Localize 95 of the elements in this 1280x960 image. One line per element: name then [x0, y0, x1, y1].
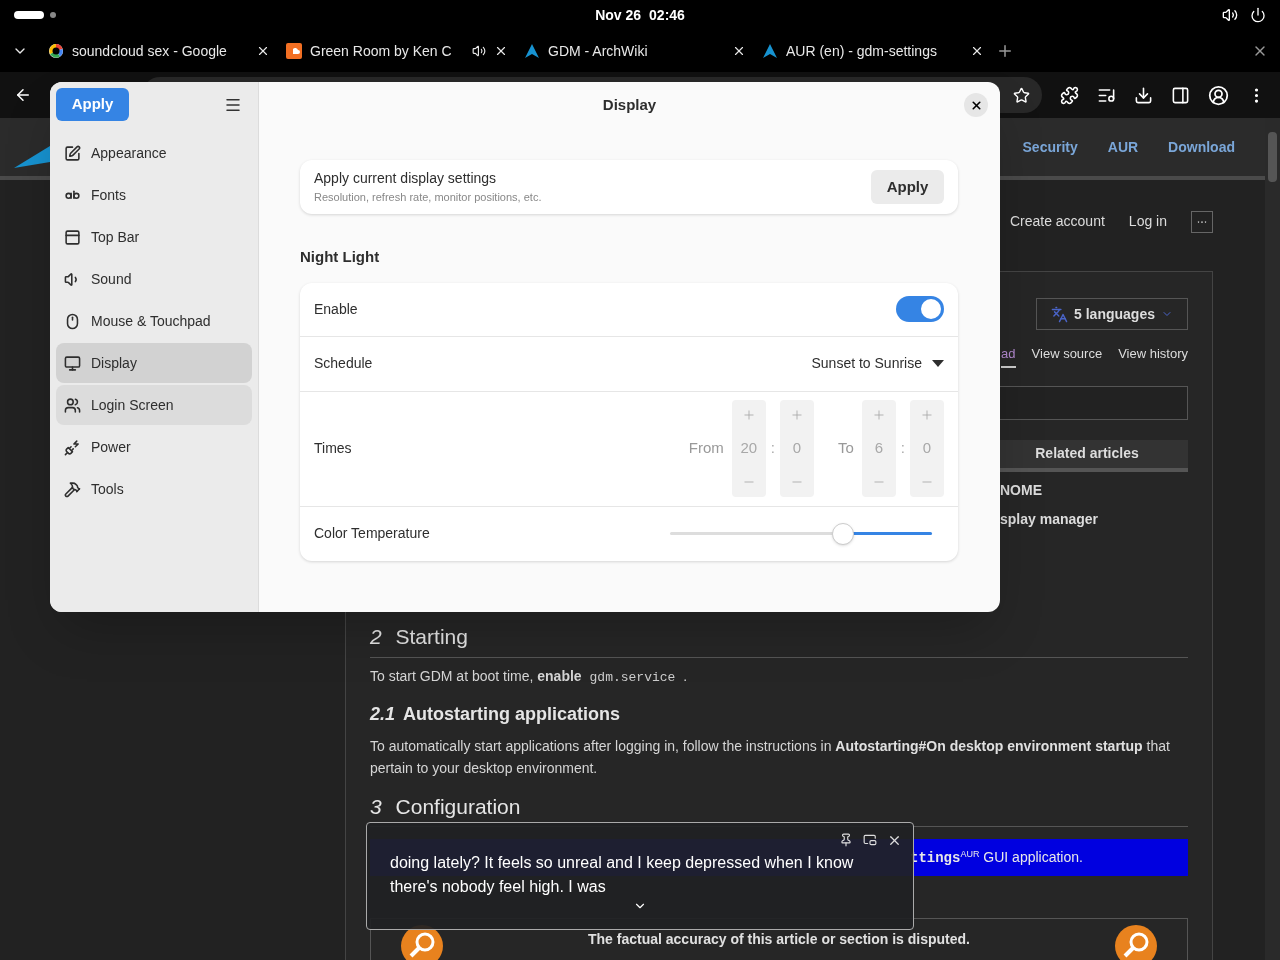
power-icon[interactable]	[1250, 7, 1266, 23]
sidebar-item[interactable]: Sound	[56, 259, 252, 299]
caption-text: doing lately? It feels so unreal and I keep depressed when I know there's nobody feel high. I was	[390, 853, 855, 897]
section-heading: 2 Starting	[370, 621, 1188, 658]
time-value: 6	[874, 438, 883, 459]
nav-link[interactable]: AUR	[1107, 136, 1139, 158]
tab-title: Green Room by Ken C	[310, 41, 453, 61]
from-label: From	[688, 438, 724, 459]
arch-logo-icon	[762, 43, 778, 59]
monitor-pen-icon	[64, 144, 81, 162]
magnifier-icon	[1115, 925, 1157, 960]
to-label: To	[838, 438, 854, 459]
extensions-icon[interactable]	[1060, 85, 1079, 105]
sidebar-item[interactable]: Tools	[56, 469, 252, 509]
temperature-slider[interactable]	[670, 522, 932, 545]
clock[interactable]: Nov 26 02:46	[595, 4, 685, 26]
window-title: Display	[602, 94, 657, 115]
close-icon[interactable]	[887, 833, 902, 848]
date-text: Nov 26	[595, 5, 642, 25]
mouse-icon	[64, 312, 81, 330]
apply-button[interactable]: Apply	[56, 88, 129, 121]
profile-icon[interactable]	[1208, 84, 1229, 106]
close-tab-icon[interactable]	[970, 44, 984, 58]
sidebar-item[interactable]: Fonts	[56, 175, 252, 215]
time-text: 02:46	[649, 5, 685, 25]
languages-button[interactable]: 5 languages	[1036, 298, 1188, 330]
row-label: Color Temperature	[314, 524, 430, 543]
close-icon	[969, 98, 983, 112]
nav-link[interactable]: Security	[1022, 136, 1078, 158]
monitor-icon	[64, 354, 81, 372]
close-tab-icon[interactable]	[732, 44, 746, 58]
panel-icon	[64, 228, 81, 246]
row-label: Enable	[314, 299, 358, 319]
sidebar-item[interactable]: Login Screen	[56, 385, 252, 425]
scroll-thumb[interactable]	[1268, 132, 1277, 182]
activities-indicator[interactable]	[14, 11, 44, 19]
dropdown-arrow-icon	[932, 360, 944, 367]
pin-icon[interactable]	[839, 833, 853, 847]
page-tab[interactable]: View history	[1118, 344, 1188, 368]
close-tab-icon[interactable]	[494, 44, 508, 58]
scrollbar[interactable]	[1265, 118, 1280, 960]
card-subtitle: Resolution, refresh rate, monitor positions, etc.	[314, 190, 542, 206]
translate-icon	[1051, 305, 1069, 323]
logo-icon	[14, 146, 50, 168]
close-button[interactable]	[964, 93, 988, 117]
time-separator: :	[900, 438, 905, 459]
browser-tab[interactable]: Green Room by Ken C	[278, 34, 516, 68]
browser-tab[interactable]: GDM - ArchWiki	[516, 34, 754, 68]
google-logo-icon	[48, 43, 64, 59]
sidebar-item[interactable]: Appearance	[56, 133, 252, 173]
subsection-heading: 2.1 Autostarting applications	[370, 702, 622, 726]
card-title: Apply current display settings	[314, 169, 498, 189]
cloud-logo-icon	[286, 43, 302, 59]
volume-icon[interactable]	[1222, 7, 1238, 23]
arch-logo-icon	[524, 43, 540, 59]
time-value: 0	[792, 438, 802, 459]
browser-tab[interactable]: AUR (en) - gdm-settings	[754, 34, 992, 68]
dispute-title: The factual accuracy of this article or section is disputed.	[588, 930, 970, 949]
paragraph: To start GDM at boot time, enable gdm.service .	[370, 666, 689, 687]
row-label: Times	[314, 439, 352, 458]
account-link[interactable]: Create account	[1009, 211, 1105, 232]
nav-link[interactable]: Download	[1168, 136, 1235, 158]
sidebar-item[interactable]: Power	[56, 427, 252, 467]
tab-title: GDM - ArchWiki	[548, 41, 649, 61]
hammer-icon	[64, 480, 81, 498]
tab-title: AUR (en) - gdm-settings	[786, 41, 938, 61]
tab-title: soundcloud sex - Google	[72, 41, 228, 61]
time-value: 20	[740, 438, 758, 459]
sidebar-item[interactable]: Mouse & Touchpad	[56, 301, 252, 341]
pop-out-icon[interactable]	[863, 833, 877, 847]
time-value: 0	[922, 438, 932, 459]
speaker-icon[interactable]	[472, 44, 486, 58]
back-icon[interactable]	[14, 86, 32, 104]
browser-tab[interactable]: soundcloud sex - Google	[40, 34, 278, 68]
row-label: Schedule	[314, 354, 373, 373]
sidebar-item[interactable]: Top Bar	[56, 217, 252, 257]
plug-icon	[64, 438, 81, 456]
slider-thumb[interactable]	[831, 522, 854, 545]
bookmark-star-icon[interactable]	[1013, 86, 1030, 104]
schedule-dropdown[interactable]: Sunset to Sunrise	[811, 353, 944, 374]
paragraph: To automatically start applications after logging in, follow the instructions in Autostarting#On desktop environment startup that pertain to your desktop environment.	[370, 736, 1171, 778]
apply-button[interactable]: Apply	[871, 170, 944, 204]
side-panel-icon[interactable]	[1171, 85, 1190, 105]
more-button[interactable]	[1191, 210, 1213, 233]
sidebar-item[interactable]: Display	[56, 343, 252, 383]
new-tab-icon[interactable]	[996, 42, 1014, 60]
close-tab-icon[interactable]	[256, 44, 270, 58]
time-separator: :	[770, 438, 775, 459]
people-icon	[64, 396, 81, 414]
account-link[interactable]: Log in	[1128, 211, 1167, 232]
toggle-switch[interactable]	[896, 296, 944, 322]
article-link[interactable]: Autostarting#On desktop environment startup	[835, 737, 1143, 754]
download-icon[interactable]	[1134, 85, 1153, 105]
page-tab[interactable]: View source	[1031, 344, 1103, 368]
section-heading: Night Light	[300, 247, 381, 267]
